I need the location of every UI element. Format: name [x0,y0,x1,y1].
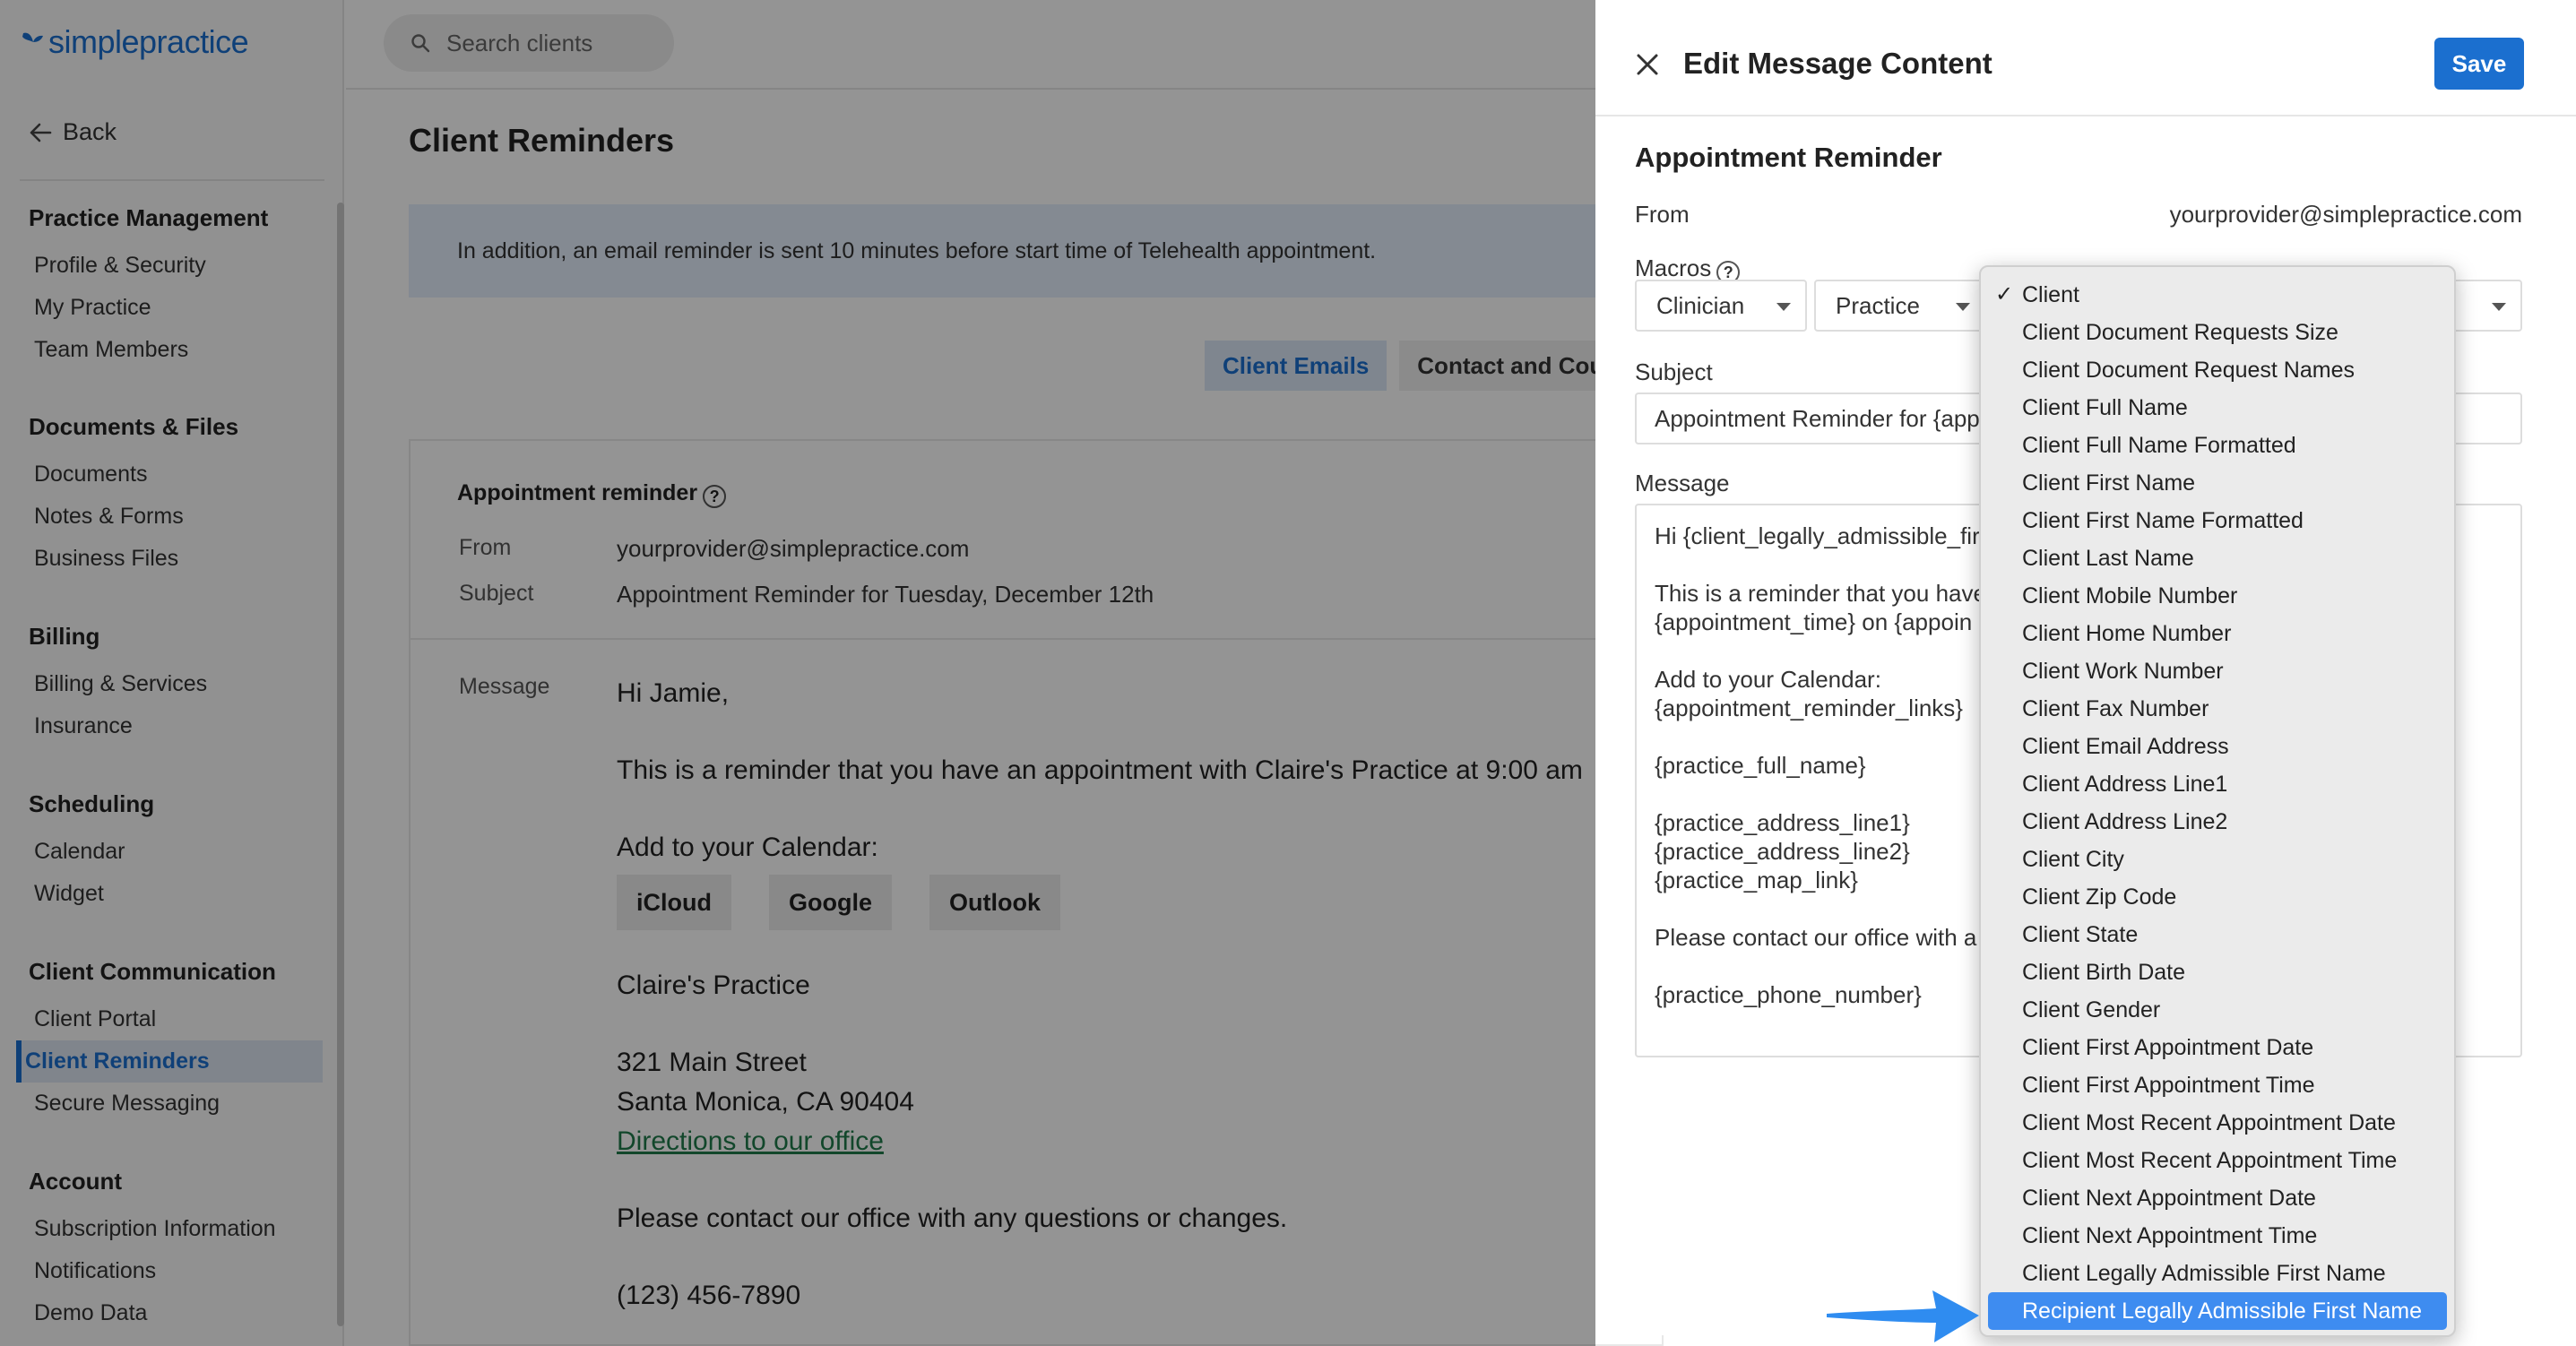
dropdown-option[interactable]: Client Gender [1981,991,2454,1029]
close-icon[interactable] [1631,48,1664,81]
checkmark-icon: ✓ [1995,282,2014,306]
dropdown-option[interactable]: Client Email Address [1981,728,2454,765]
drawer-message-label: Message [1635,470,1730,496]
dropdown-option-label: Client Fax Number [2022,696,2209,721]
dropdown-option-label: Client Address Line1 [2022,772,2228,797]
dropdown-option[interactable]: Client Next Appointment Time [1981,1217,2454,1255]
chevron-down-icon [2492,303,2506,311]
drawer-from-value: yourprovider@simplepractice.com [2169,201,2522,228]
dropdown-option-label: Client Home Number [2022,621,2232,646]
dropdown-option-label: Client Next Appointment Time [2022,1223,2318,1248]
dropdown-option-label: Client Email Address [2022,734,2229,759]
macro-select-practice-value: Practice [1836,292,1920,319]
dropdown-option[interactable]: Client Most Recent Appointment Time [1981,1142,2454,1179]
macros-label-text: Macros [1635,255,1712,281]
dropdown-option-label: Client [2022,282,2079,307]
dropdown-option-label: Client Mobile Number [2022,583,2238,608]
dropdown-option[interactable]: Client Fax Number [1981,690,2454,728]
macro-select-clinician[interactable]: Clinician [1635,280,1807,332]
dropdown-option[interactable]: Client Full Name Formatted [1981,427,2454,464]
drawer-header: Edit Message Content Save [1595,11,2576,116]
dropdown-option[interactable]: Client Birth Date [1981,953,2454,991]
dropdown-option-label: Client First Name [2022,470,2196,496]
section-title: Appointment Reminder [1635,142,1942,173]
drawer-title: Edit Message Content [1683,47,1993,80]
dropdown-option-label: Client Birth Date [2022,960,2186,985]
dropdown-option[interactable]: Client Home Number [1981,615,2454,652]
dropdown-option[interactable]: Client First Name Formatted [1981,502,2454,539]
macro-select-clinician-value: Clinician [1656,292,1745,319]
dropdown-option-label: Client Document Request Names [2022,358,2355,383]
pointer-arrow-icon [1827,1290,1979,1342]
dropdown-option-label: Client Address Line2 [2022,809,2228,834]
dropdown-option-label: Client Gender [2022,997,2161,1022]
dropdown-option[interactable]: Client Next Appointment Date [1981,1179,2454,1217]
dropdown-option-label: Client First Appointment Time [2022,1073,2315,1098]
dropdown-option[interactable]: Client Zip Code [1981,878,2454,916]
save-button[interactable]: Save [2434,38,2524,90]
dropdown-option-label: Client City [2022,847,2124,872]
dropdown-option[interactable]: Client Document Request Names [1981,351,2454,389]
dropdown-option[interactable]: Client Address Line1 [1981,765,2454,803]
dropdown-option[interactable]: Client Most Recent Appointment Date [1981,1104,2454,1142]
dropdown-option[interactable]: Recipient Legally Admissible First Name [1988,1292,2447,1330]
dropdown-option-label: Client First Name Formatted [2022,508,2304,533]
dropdown-option[interactable]: ✓ Client [1981,276,2454,314]
dropdown-option[interactable]: Client Last Name [1981,539,2454,577]
drawer-from-label: From [1635,201,1690,228]
dropdown-option-label: Client First Appointment Date [2022,1035,2314,1060]
dropdown-option-label: Client Last Name [2022,546,2194,571]
dropdown-option[interactable]: Client Mobile Number [1981,577,2454,615]
dropdown-option-label: Recipient Legally Admissible First Name [2022,1299,2423,1324]
dropdown-option-label: Client Document Requests Size [2022,320,2338,345]
dropdown-option[interactable]: Client Address Line2 [1981,803,2454,841]
dropdown-option[interactable]: Client First Appointment Date [1981,1029,2454,1066]
dropdown-option-label: Client Most Recent Appointment Date [2022,1110,2396,1135]
chevron-down-icon [1956,303,1970,311]
drawer-subject-label: Subject [1635,358,1713,385]
macro-select-practice[interactable]: Practice [1814,280,1986,332]
dropdown-option-label: Client Full Name Formatted [2022,433,2296,458]
dropdown-option[interactable]: Client Work Number [1981,652,2454,690]
dropdown-option[interactable]: Client State [1981,916,2454,953]
dropdown-option[interactable]: Client Legally Admissible First Name [1981,1255,2454,1292]
dropdown-option-label: Client Most Recent Appointment Time [2022,1148,2398,1173]
dropdown-option[interactable]: Client Full Name [1981,389,2454,427]
dropdown-option[interactable]: Client First Name [1981,464,2454,502]
dropdown-option-label: Client Next Appointment Date [2022,1186,2316,1211]
client-macro-dropdown: ✓ Client Client Document Requests Size Clie… [1979,265,2456,1337]
dropdown-option-label: Client State [2022,922,2139,947]
dropdown-option[interactable]: Client City [1981,841,2454,878]
dropdown-option-label: Client Zip Code [2022,884,2177,910]
dropdown-option[interactable]: Client First Appointment Time [1981,1066,2454,1104]
modal-overlay[interactable] [0,0,1595,1346]
dropdown-option-label: Client Legally Admissible First Name [2022,1261,2386,1286]
dropdown-option-label: Client Work Number [2022,659,2224,684]
dropdown-option[interactable]: Client Document Requests Size [1981,314,2454,351]
dropdown-option-label: Client Full Name [2022,395,2188,420]
chevron-down-icon [1776,303,1791,311]
